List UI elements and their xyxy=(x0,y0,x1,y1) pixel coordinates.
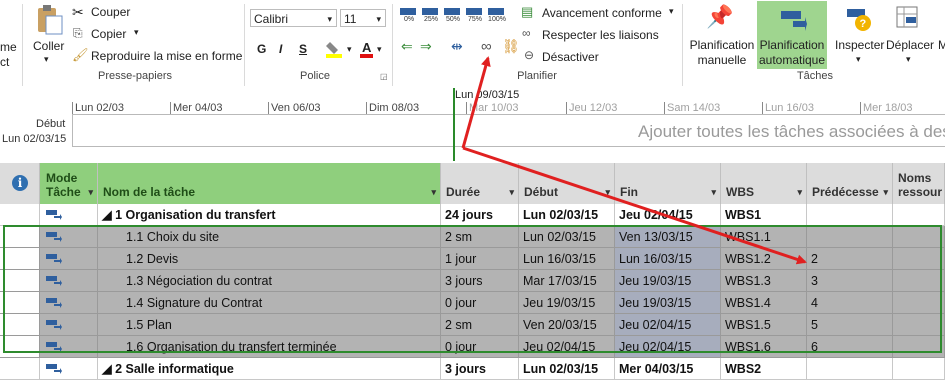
annotation-arrows xyxy=(461,56,807,265)
arrow-to-predecessors xyxy=(462,146,807,265)
arrow-to-link-icon xyxy=(461,56,491,149)
